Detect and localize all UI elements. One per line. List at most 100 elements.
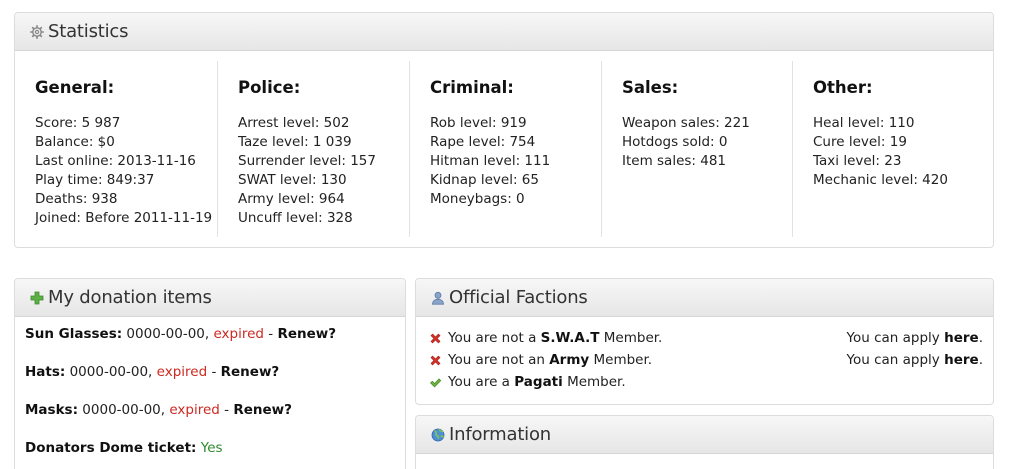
stat-line: Item sales: 481 bbox=[622, 153, 727, 169]
item-name: Masks: bbox=[25, 402, 78, 418]
stat-line: Joined: Before 2011-11-19 bbox=[35, 210, 213, 226]
item-status: expired bbox=[156, 364, 208, 380]
stat-column-other: Other: Heal level: 110 Cure level: 19 Ta… bbox=[793, 61, 983, 237]
donation-header: My donation items bbox=[15, 279, 405, 317]
gear-icon bbox=[29, 24, 44, 39]
ticket-value: Yes bbox=[200, 440, 223, 456]
stat-column-criminal: Criminal: Rob level: 919 Rape level: 754… bbox=[410, 61, 602, 237]
factions-list: You are not a S.W.A.T Member. You can ap… bbox=[416, 317, 993, 393]
item-separator: - bbox=[268, 326, 274, 342]
faction-status: You are not an Army Member. bbox=[428, 349, 652, 371]
stat-line: Kidnap level: 65 bbox=[430, 172, 539, 188]
faction-name: Army bbox=[549, 352, 590, 368]
stat-line: Balance: $0 bbox=[35, 134, 115, 150]
apply-here-link[interactable]: here bbox=[944, 352, 979, 368]
item-separator: - bbox=[211, 364, 217, 380]
stat-line: Last online: 2013-11-16 bbox=[35, 153, 196, 169]
stat-line: SWAT level: 130 bbox=[238, 172, 347, 188]
item-status: expired bbox=[213, 326, 264, 342]
stat-line: Mechanic level: 420 bbox=[813, 172, 948, 188]
stat-column-police: Police: Arrest level: 502 Taze level: 1 … bbox=[218, 61, 410, 237]
stat-line: Hitman level: 111 bbox=[430, 153, 551, 169]
faction-text-post: Member. bbox=[603, 330, 663, 346]
faction-text-pre: You are a bbox=[448, 374, 510, 390]
cross-icon bbox=[428, 353, 442, 367]
stat-line: Uncuff level: 328 bbox=[238, 210, 353, 226]
plus-icon bbox=[29, 290, 44, 305]
apply-text-pre: You can apply bbox=[846, 352, 940, 368]
item-status: expired bbox=[169, 402, 220, 418]
faction-name: Pagati bbox=[514, 374, 563, 390]
faction-name: S.W.A.T bbox=[540, 330, 600, 346]
apply-here-link[interactable]: here bbox=[944, 330, 979, 346]
factions-panel: Official Factions You are not a S.W.A.T … bbox=[415, 278, 994, 405]
stat-line: Heal level: 110 bbox=[813, 115, 915, 131]
stat-column-sales: Sales: Weapon sales: 221 Hotdogs sold: 0… bbox=[602, 61, 793, 237]
faction-text-post: Member. bbox=[567, 374, 626, 390]
donation-ticket: Donators Dome ticket: Yes bbox=[25, 439, 405, 458]
faction-row: You are not an Army Member. You can appl… bbox=[428, 349, 983, 371]
donation-panel: My donation items Sun Glasses: 0000-00-0… bbox=[14, 278, 406, 469]
faction-text-pre: You are not an bbox=[448, 352, 545, 368]
statistics-title: Statistics bbox=[48, 21, 129, 42]
stat-line: Score: 5 987 bbox=[35, 115, 121, 131]
stat-heading: Other: bbox=[813, 78, 873, 97]
factions-title: Official Factions bbox=[449, 287, 588, 308]
stat-line: Army level: 964 bbox=[238, 191, 345, 207]
stat-line: Rape level: 754 bbox=[430, 134, 536, 150]
item-date: 0000-00-00, bbox=[126, 326, 210, 342]
apply-text-post: . bbox=[978, 330, 983, 346]
apply-text-post: . bbox=[978, 352, 983, 368]
information-title: Information bbox=[449, 424, 551, 445]
faction-row: You are not a S.W.A.T Member. You can ap… bbox=[428, 327, 983, 349]
apply-text: You can apply here. bbox=[847, 327, 983, 349]
item-separator: - bbox=[224, 402, 230, 418]
stat-line: Cure level: 19 bbox=[813, 134, 907, 150]
stat-line: Weapon sales: 221 bbox=[622, 115, 750, 131]
item-date: 0000-00-00, bbox=[69, 364, 153, 380]
statistics-panel: Statistics General: Score: 5 987 Balance… bbox=[14, 12, 994, 248]
stat-heading: Police: bbox=[238, 78, 301, 97]
stat-heading: Sales: bbox=[622, 78, 679, 97]
globe-icon bbox=[430, 427, 445, 442]
stat-column-general: General: Score: 5 987 Balance: $0 Last o… bbox=[15, 61, 218, 237]
information-panel: Information bbox=[415, 415, 994, 469]
renew-link[interactable]: Renew? bbox=[233, 402, 292, 418]
donation-item: Masks: 0000-00-00, expired - Renew? bbox=[25, 401, 405, 420]
faction-row: You are a Pagati Member. bbox=[428, 371, 983, 393]
donation-list: Sun Glasses: 0000-00-00, expired - Renew… bbox=[15, 317, 405, 458]
cross-icon bbox=[428, 331, 442, 345]
faction-status: You are not a S.W.A.T Member. bbox=[428, 327, 662, 349]
item-name: Sun Glasses: bbox=[25, 326, 123, 342]
donation-title: My donation items bbox=[48, 287, 212, 308]
stat-line: Surrender level: 157 bbox=[238, 153, 376, 169]
donation-item: Hats: 0000-00-00, expired - Renew? bbox=[25, 363, 405, 382]
stat-heading: Criminal: bbox=[430, 78, 514, 97]
item-name: Hats: bbox=[25, 364, 66, 380]
stat-line: Moneybags: 0 bbox=[430, 191, 525, 207]
faction-text-post: Member. bbox=[593, 352, 653, 368]
stat-heading: General: bbox=[35, 78, 115, 97]
factions-header: Official Factions bbox=[416, 279, 993, 317]
stat-line: Arrest level: 502 bbox=[238, 115, 350, 131]
renew-link[interactable]: Renew? bbox=[277, 326, 336, 342]
ticket-label: Donators Dome ticket: bbox=[25, 440, 197, 456]
faction-text-pre: You are not a bbox=[448, 330, 537, 346]
statistics-columns: General: Score: 5 987 Balance: $0 Last o… bbox=[15, 51, 993, 247]
renew-link[interactable]: Renew? bbox=[221, 364, 280, 380]
apply-text-pre: You can apply bbox=[846, 330, 940, 346]
stat-line: Play time: 849:37 bbox=[35, 172, 155, 188]
check-icon bbox=[428, 375, 442, 389]
stat-line: Taxi level: 23 bbox=[813, 153, 902, 169]
stat-line: Hotdogs sold: 0 bbox=[622, 134, 728, 150]
stat-line: Taze level: 1 039 bbox=[238, 134, 352, 150]
apply-text: You can apply here. bbox=[847, 349, 983, 371]
stat-line: Deaths: 938 bbox=[35, 191, 118, 207]
item-date: 0000-00-00, bbox=[82, 402, 166, 418]
information-header: Information bbox=[416, 416, 993, 454]
user-icon bbox=[430, 290, 445, 305]
statistics-header: Statistics bbox=[15, 13, 993, 51]
faction-status: You are a Pagati Member. bbox=[428, 371, 626, 393]
donation-item: Sun Glasses: 0000-00-00, expired - Renew… bbox=[25, 325, 405, 344]
stat-line: Rob level: 919 bbox=[430, 115, 527, 131]
